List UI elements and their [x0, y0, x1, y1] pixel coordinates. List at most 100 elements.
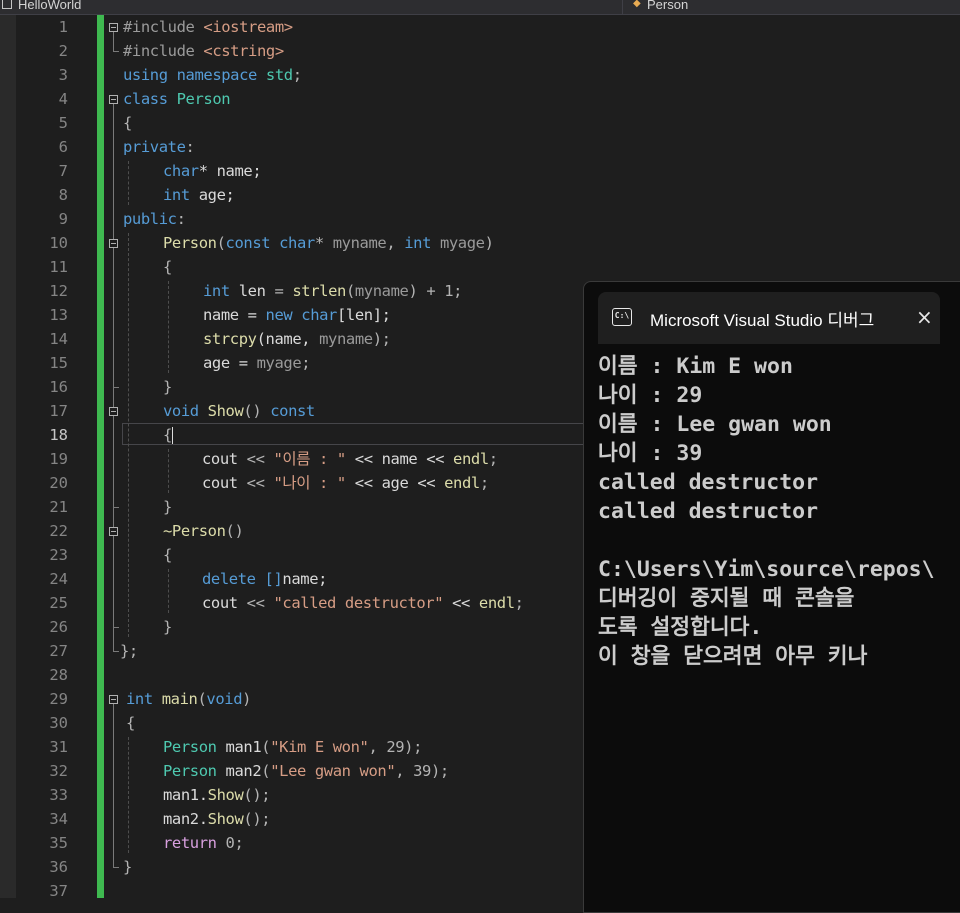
code-token: #include: [123, 18, 204, 36]
code-token: man2.: [163, 810, 208, 828]
code-token: );: [372, 330, 391, 348]
code-token: << age <<: [345, 474, 445, 492]
code-line[interactable]: 5{: [0, 111, 960, 135]
code-line[interactable]: 2 #include <cstring>: [0, 39, 960, 63]
code-text: #include <iostream>: [123, 15, 293, 39]
code-token: strlen: [292, 282, 346, 300]
fold-toggle-icon[interactable]: [109, 407, 118, 416]
code-token: myname: [319, 330, 373, 348]
code-token: "Lee gwan won": [270, 762, 396, 780]
code-token: <cstring>: [203, 42, 284, 60]
code-token: *: [314, 234, 333, 252]
code-token: ;: [479, 474, 489, 492]
file-navigation-dropdown[interactable]: HelloWorld: [0, 0, 614, 14]
console-tab[interactable]: C:\ Microsoft Visual Studio 디버그 ×: [598, 292, 940, 344]
line-number: 37: [49, 882, 68, 900]
code-text: {: [163, 423, 172, 447]
line-number: 22: [49, 522, 68, 540]
fold-toggle-icon[interactable]: [109, 527, 118, 536]
debug-console-window[interactable]: C:\ Microsoft Visual Studio 디버그 × 이름 : K…: [583, 281, 960, 913]
code-token: int: [163, 186, 199, 204]
line-number: 27: [49, 642, 68, 660]
console-line: 디버깅이 중지될 때 콘솔을: [598, 586, 855, 611]
code-token: void: [206, 690, 243, 708]
code-token: <iostream>: [203, 18, 293, 36]
line-number: 11: [49, 258, 68, 276]
fold-toggle-icon[interactable]: [109, 23, 118, 32]
line-number: 32: [49, 762, 68, 780]
code-token: {: [126, 714, 135, 732]
line-number: 31: [49, 738, 68, 756]
line-number: 26: [49, 618, 68, 636]
code-text: strcpy(name, myname);: [203, 327, 391, 351]
code-line[interactable]: 3 using namespace std;: [0, 63, 960, 87]
line-number: 35: [49, 834, 68, 852]
code-token: myname: [354, 282, 409, 300]
code-token: * name;: [198, 162, 262, 180]
code-token: void: [163, 402, 208, 420]
line-number: 21: [49, 498, 68, 516]
line-number: 15: [49, 354, 68, 372]
code-text: Person man2("Lee gwan won", 39);: [163, 759, 449, 783]
console-line: 이 창을 닫으려면 아무 키나: [598, 644, 868, 669]
line-number: 4: [58, 90, 68, 108]
project-icon: [2, 0, 12, 9]
line-number: 5: [58, 114, 68, 132]
fold-line: [113, 32, 114, 51]
code-token: :: [185, 138, 195, 156]
code-line[interactable]: 7 char* name;: [0, 159, 960, 183]
console-line: C:\Users\Yim\source\repos\: [598, 557, 935, 582]
console-title: Microsoft Visual Studio 디버그: [650, 311, 875, 330]
code-line[interactable]: 11 {: [0, 255, 960, 279]
code-line[interactable]: 6 private:: [0, 135, 960, 159]
code-token: using: [123, 66, 177, 84]
indent-guide: [128, 233, 129, 637]
code-token: namespace: [176, 66, 266, 84]
fold-toggle-icon[interactable]: [109, 695, 118, 704]
code-token: (: [261, 738, 271, 756]
code-token: =: [274, 282, 293, 300]
code-token: <<: [246, 474, 274, 492]
code-token: char: [301, 306, 337, 324]
code-token: int: [126, 690, 162, 708]
code-token: private: [123, 138, 186, 156]
code-line[interactable]: 8 int age;: [0, 183, 960, 207]
code-token: const: [225, 234, 280, 252]
code-text: int age;: [163, 183, 235, 207]
code-token: endl: [444, 474, 480, 492]
code-token: };: [120, 642, 138, 660]
indent-guide: [168, 569, 169, 613]
console-line: 도록 설정합니다.: [598, 615, 763, 640]
line-number: 14: [49, 330, 68, 348]
code-token: []: [264, 570, 283, 588]
line-number: 33: [49, 786, 68, 804]
fold-toggle-icon[interactable]: [109, 239, 118, 248]
code-token: int: [404, 234, 440, 252]
line-number: 3: [58, 66, 68, 84]
line-number: 8: [58, 186, 68, 204]
indent-guide: [128, 161, 129, 205]
line-number: 16: [49, 378, 68, 396]
editor-top-bar: HelloWorld ◆ Person: [0, 0, 960, 15]
code-token: ): [242, 690, 252, 708]
class-navigation-dropdown[interactable]: ◆ Person: [622, 0, 960, 14]
code-line[interactable]: 10 Person(const char* myname, int myage): [0, 231, 960, 255]
code-token: Person: [176, 90, 231, 108]
line-number: 18: [49, 426, 68, 444]
code-token: Person: [163, 234, 217, 252]
code-token: name;: [282, 570, 328, 588]
code-line[interactable]: 4 class Person: [0, 87, 960, 111]
code-token: {: [123, 114, 132, 132]
code-line[interactable]: 1 #include <iostream>: [0, 15, 960, 39]
code-token: class: [123, 90, 177, 108]
close-icon[interactable]: ×: [916, 305, 933, 329]
code-token: man2: [225, 762, 262, 780]
code-text: cout << "이름 : " << name << endl;: [202, 447, 498, 471]
code-text: {: [163, 543, 172, 567]
code-line[interactable]: 9 public:: [0, 207, 960, 231]
code-token: cout: [202, 450, 247, 468]
fold-toggle-icon[interactable]: [109, 95, 118, 104]
code-text: using namespace std;: [123, 63, 302, 87]
code-token: main: [161, 690, 198, 708]
